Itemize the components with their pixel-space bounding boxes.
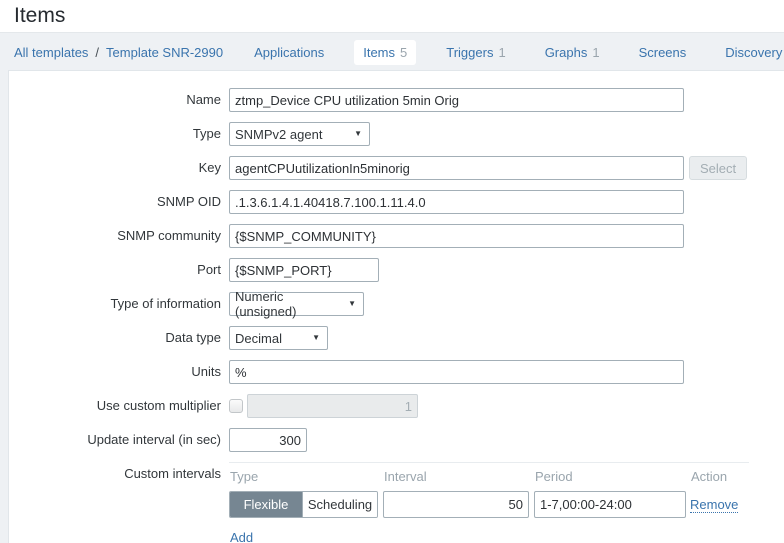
add-link[interactable]: Add (230, 530, 253, 543)
tab-label: Discovery rules (725, 45, 784, 60)
use-custom-multiplier-checkbox[interactable] (229, 399, 243, 413)
form-row-snmp-community: SNMP community (9, 224, 784, 248)
snmp-oid-input[interactable] (229, 190, 684, 214)
form-row-snmp-oid: SNMP OID (9, 190, 784, 214)
form-row-custom-intervals: Custom intervals Type Interval Period Ac… (9, 462, 784, 543)
header-type: Type (230, 469, 384, 484)
remove-link[interactable]: Remove (690, 497, 738, 513)
page-title: Items (14, 4, 65, 28)
tab-count: 5 (400, 45, 407, 60)
tab-count: 1 (592, 45, 599, 60)
breadcrumb-separator: / (95, 45, 99, 60)
interval-type-toggle: Flexible Scheduling (229, 491, 378, 518)
custom-intervals-label: Custom intervals (9, 462, 229, 543)
form-row-data-type: Data type Decimal ▼ (9, 326, 784, 350)
type-of-information-select-value: Numeric (unsigned) (235, 289, 348, 319)
tab-applications[interactable]: Applications (245, 40, 333, 65)
tab-count: 1 (498, 45, 505, 60)
form-row-use-custom-multiplier: Use custom multiplier (9, 394, 784, 418)
interval-input[interactable] (383, 491, 529, 518)
tab-screens[interactable]: Screens (630, 40, 696, 65)
tab-label: Screens (639, 45, 687, 60)
dropdown-arrow-icon: ▼ (348, 300, 356, 308)
type-label: Type (9, 122, 229, 146)
use-custom-multiplier-label: Use custom multiplier (9, 394, 229, 418)
tab-label: Applications (254, 45, 324, 60)
data-type-label: Data type (9, 326, 229, 350)
name-label: Name (9, 88, 229, 112)
form-row-update-interval: Update interval (in sec) (9, 428, 784, 452)
port-label: Port (9, 258, 229, 282)
key-input[interactable] (229, 156, 684, 180)
tab-label: Graphs (545, 45, 588, 60)
data-type-select[interactable]: Decimal ▼ (229, 326, 328, 350)
type-of-information-select[interactable]: Numeric (unsigned) ▼ (229, 292, 364, 316)
custom-interval-row: Flexible Scheduling Remove (229, 491, 749, 518)
form-row-units: Units (9, 360, 784, 384)
item-form-panel: Name Type SNMPv2 agent ▼ Key Select SNMP… (8, 70, 784, 543)
tab-items[interactable]: Items 5 (354, 40, 416, 65)
form-row-type-of-information: Type of information Numeric (unsigned) ▼ (9, 292, 784, 316)
type-of-information-label: Type of information (9, 292, 229, 316)
custom-intervals-table: Type Interval Period Action Flexible Sch… (229, 462, 749, 543)
name-input[interactable] (229, 88, 684, 112)
tab-graphs[interactable]: Graphs 1 (536, 40, 609, 65)
type-select-value: SNMPv2 agent (235, 127, 322, 142)
update-interval-input[interactable] (229, 428, 307, 452)
key-label: Key (9, 156, 229, 180)
snmp-community-label: SNMP community (9, 224, 229, 248)
data-type-select-value: Decimal (235, 331, 282, 346)
flexible-button[interactable]: Flexible (230, 492, 302, 517)
page-header: Items (0, 0, 784, 33)
dropdown-arrow-icon: ▼ (354, 130, 362, 138)
select-button[interactable]: Select (689, 156, 747, 180)
dropdown-arrow-icon: ▼ (312, 334, 320, 342)
units-input[interactable] (229, 360, 684, 384)
scheduling-button[interactable]: Scheduling (302, 492, 377, 517)
period-input[interactable] (534, 491, 686, 518)
header-interval: Interval (384, 469, 535, 484)
breadcrumb: All templates / Template SNR-2990 Applic… (0, 34, 784, 70)
type-select[interactable]: SNMPv2 agent ▼ (229, 122, 370, 146)
tab-discovery-rules[interactable]: Discovery rules 2 (716, 40, 784, 65)
tab-label: Triggers (446, 45, 493, 60)
form-row-key: Key Select (9, 156, 784, 180)
tab-triggers[interactable]: Triggers 1 (437, 40, 514, 65)
breadcrumb-all-templates[interactable]: All templates (14, 45, 88, 60)
custom-multiplier-input (247, 394, 418, 418)
snmp-community-input[interactable] (229, 224, 684, 248)
header-period: Period (535, 469, 691, 484)
form-row-name: Name (9, 88, 784, 112)
tab-label: Items (363, 45, 395, 60)
snmp-oid-label: SNMP OID (9, 190, 229, 214)
header-action: Action (691, 469, 750, 484)
custom-intervals-header-row: Type Interval Period Action (229, 463, 749, 491)
form-row-type: Type SNMPv2 agent ▼ (9, 122, 784, 146)
port-input[interactable] (229, 258, 379, 282)
items-page: Items All templates / Template SNR-2990 … (0, 0, 784, 543)
units-label: Units (9, 360, 229, 384)
breadcrumb-template[interactable]: Template SNR-2990 (106, 45, 223, 60)
form-row-port: Port (9, 258, 784, 282)
update-interval-label: Update interval (in sec) (9, 428, 229, 452)
